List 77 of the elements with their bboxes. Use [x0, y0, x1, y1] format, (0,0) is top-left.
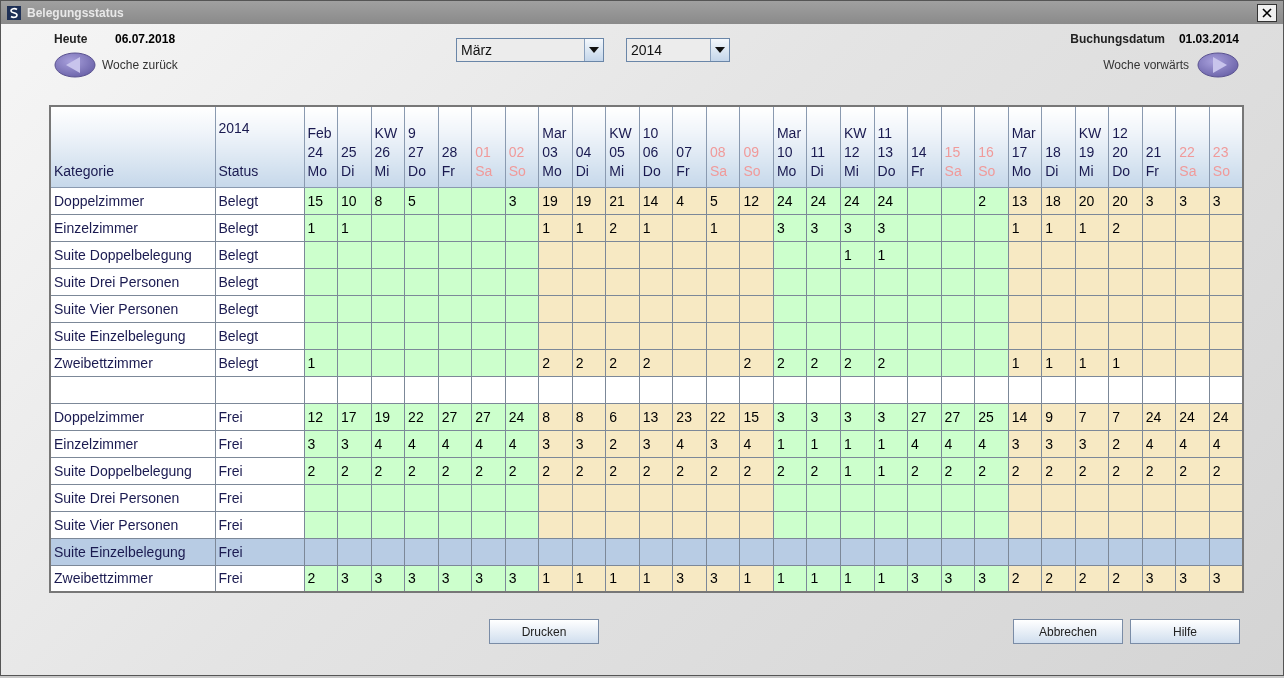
category-cell: Einzelzimmer [50, 214, 215, 241]
close-icon [1262, 7, 1272, 18]
category-cell: Suite Einzelbelegung [50, 538, 215, 565]
button[interactable]: Abbrechen [1013, 619, 1123, 644]
day-header: KW 19 Mi [1075, 106, 1109, 187]
category-cell: Suite Vier Personen [50, 511, 215, 538]
next-week-button[interactable] [1197, 52, 1239, 78]
status-cell: Belegt [215, 241, 304, 268]
day-header: KW 26 Mi [371, 106, 405, 187]
day-header: 9 27 Do [404, 106, 439, 187]
category-cell: Doppelzimmer [50, 187, 215, 214]
status-cell: Frei [215, 403, 304, 430]
category-cell: Suite Drei Personen [50, 268, 215, 295]
category-cell: Einzelzimmer [50, 430, 215, 457]
category-cell: Suite Doppelbelegung [50, 241, 215, 268]
next-week-label: Woche vorwärts [1103, 58, 1189, 72]
status-cell: Frei [215, 457, 304, 484]
day-header: 08 Sa [706, 106, 740, 187]
status-cell: Frei [215, 538, 304, 565]
status-cell: Belegt [215, 214, 304, 241]
day-header: 16 So [974, 106, 1009, 187]
column-header: Kategorie [50, 106, 215, 187]
day-header: Mar 03 Mo [538, 106, 573, 187]
day-header: 01 Sa [471, 106, 506, 187]
category-cell: Zweibettzimmer [50, 565, 215, 592]
today-label: Heute [54, 32, 89, 46]
day-header: 11 Di [806, 106, 841, 187]
day-header: Mar 10 Mo [773, 106, 807, 187]
status-cell: Belegt [215, 349, 304, 376]
status-cell: Belegt [215, 295, 304, 322]
previous-week-button[interactable] [54, 52, 96, 78]
window-title: Belegungsstatus [27, 5, 124, 20]
day-header: 23 So [1209, 106, 1243, 187]
booking-date: 01.03.2014 [1178, 32, 1239, 46]
day-header: 18 Di [1041, 106, 1076, 187]
close-button[interactable] [1257, 3, 1277, 22]
day-header: 12 20 Do [1108, 106, 1143, 187]
day-header: 04 Di [572, 106, 606, 187]
category-cell: Suite Drei Personen [50, 484, 215, 511]
month-dropdown[interactable]: März [456, 38, 604, 62]
caret-icon [589, 47, 599, 53]
day-header: 25 Di [337, 106, 372, 187]
day-header: Mar 17 Mo [1008, 106, 1042, 187]
day-header: KW 05 Mi [605, 106, 640, 187]
category-cell: Suite Doppelbelegung [50, 457, 215, 484]
status-cell: Belegt [215, 187, 304, 214]
day-header: 11 13 Do [874, 106, 908, 187]
status-cell: Frei [215, 511, 304, 538]
day-header: 14 Fr [907, 106, 942, 187]
day-header: 07 Fr [672, 106, 707, 187]
year-dropdown[interactable]: 2014 [626, 38, 730, 62]
day-header: 28 Fr [438, 106, 472, 187]
day-header: 09 So [739, 106, 774, 187]
category-cell: Suite Einzelbelegung [50, 322, 215, 349]
booking-date-label: Buchungsdatum [1070, 32, 1165, 46]
status-cell: Belegt [215, 322, 304, 349]
status-cell: Frei [215, 430, 304, 457]
category-cell: Zweibettzimmer [50, 349, 215, 376]
today-date: 06.07.2018 [115, 32, 176, 46]
status-cell: Frei [215, 484, 304, 511]
category-cell: Doppelzimmer [50, 403, 215, 430]
day-header: 21 Fr [1142, 106, 1176, 187]
button[interactable]: Hilfe [1130, 619, 1240, 644]
day-header: 02 So [505, 106, 539, 187]
print-button[interactable]: Drucken [489, 619, 599, 644]
status-cell: Belegt [215, 268, 304, 295]
app-icon [7, 5, 21, 20]
day-header: 15 Sa [941, 106, 975, 187]
caret-icon [715, 47, 725, 53]
category-cell: Suite Vier Personen [50, 295, 215, 322]
day-header: KW 12 Mi [840, 106, 875, 187]
status-cell: Frei [215, 565, 304, 592]
column-header: 2014 Status [215, 106, 304, 187]
previous-week-label: Woche zurück [102, 58, 178, 72]
day-header: 10 06 Do [639, 106, 673, 187]
day-header: 22 Sa [1175, 106, 1210, 187]
day-header: Feb 24 Mo [304, 106, 338, 187]
